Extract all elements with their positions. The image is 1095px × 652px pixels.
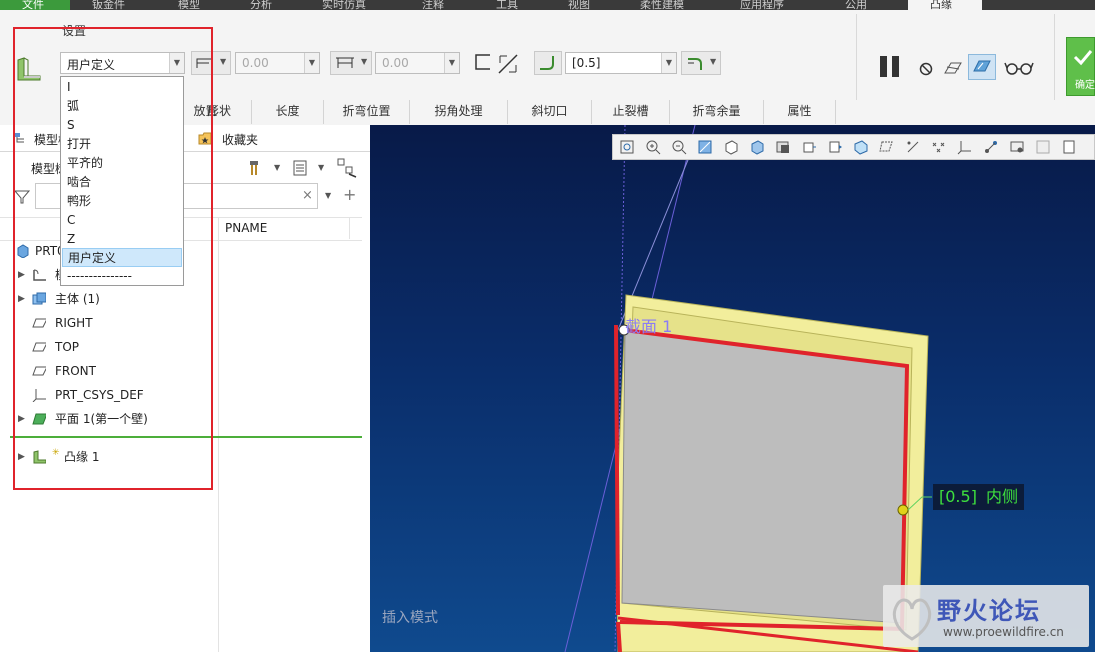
subtab-bend-position[interactable]: 折弯位置 (324, 100, 410, 124)
bend-radius-value: [0.5] (572, 56, 601, 70)
repaint-icon[interactable] (697, 139, 713, 155)
tab-annotate[interactable]: 注释 (422, 0, 444, 10)
tab-utilities[interactable]: 公用 (845, 0, 867, 10)
tools-icon[interactable] (248, 159, 268, 177)
refit-icon[interactable] (619, 139, 635, 155)
tab-model[interactable]: 模型 (178, 0, 200, 10)
column-pname[interactable]: PNAME (225, 221, 267, 235)
radius-tag-side: 内侧 (986, 487, 1019, 506)
edge-chain-icon[interactable] (472, 52, 494, 74)
watermark-title: 野火论坛 (937, 597, 1041, 625)
plane-display-icon[interactable] (879, 139, 895, 155)
subtab-relief[interactable]: 止裂槽 (592, 100, 670, 124)
view-toolbar (612, 134, 1095, 160)
annotation-display-icon[interactable] (853, 139, 869, 155)
appearance-icon[interactable] (1009, 139, 1025, 155)
tab-flexible-modeling[interactable]: 柔性建模 (640, 0, 684, 10)
tab-analysis[interactable]: 分析 (250, 0, 272, 10)
chevron-down-icon[interactable]: ▼ (318, 163, 324, 172)
ribbon-divider (1054, 14, 1055, 100)
view-manager-icon[interactable] (775, 139, 791, 155)
point-display-icon[interactable] (931, 139, 947, 155)
chevron-down-icon[interactable]: ▼ (661, 53, 676, 73)
tab-favorites[interactable]: 收藏夹 (222, 131, 258, 148)
graphics-viewport[interactable]: 截面 1 [0.5] 内侧 插入模式 野火论坛 www.proewildfire… (370, 125, 1095, 652)
glasses-icon[interactable] (1004, 60, 1034, 76)
saved-orientations-icon[interactable] (749, 139, 765, 155)
tab-file-label[interactable]: 文件 (22, 0, 44, 10)
add-icon[interactable]: + (343, 185, 356, 204)
bend-radius-input[interactable]: [0.5] ▼ (565, 52, 677, 74)
watermark: 野火论坛 www.proewildfire.cn (883, 585, 1089, 647)
clear-icon[interactable]: × (302, 188, 313, 203)
verify-mode-icon[interactable] (968, 54, 996, 80)
length-type-icon (336, 57, 354, 68)
length-type-2-button[interactable]: ▼ (330, 51, 372, 75)
chevron-down-icon[interactable]: ▼ (444, 53, 459, 73)
mode-status-text: 插入模式 (382, 610, 438, 626)
zoom-out-icon[interactable] (671, 139, 687, 155)
ribbon-tab-strip: 文件 钣金件 模型 分析 实时仿真 注释 工具 视图 柔性建模 应用程序 公用 … (0, 0, 1095, 10)
chevron-down-icon[interactable]: ▼ (304, 53, 319, 73)
subtab-corner-treatment[interactable]: 拐角处理 (410, 100, 508, 124)
length-1-value: 0.00 (242, 56, 269, 70)
ribbon-divider (856, 14, 857, 100)
watermark-logo-icon (892, 598, 932, 641)
selected-edge-highlight (616, 621, 622, 652)
flip-direction-icon[interactable] (496, 52, 520, 76)
tab-live-simulation[interactable]: 实时仿真 (322, 0, 366, 10)
pause-icon[interactable] (878, 55, 902, 79)
spin-center-display-icon[interactable] (983, 139, 999, 155)
chevron-down-icon: ▼ (710, 57, 717, 66)
subtab-miter-cut[interactable]: 斜切口 (508, 100, 592, 124)
radius-drag-handle (897, 504, 909, 516)
chevron-down-icon[interactable]: ▼ (325, 191, 331, 200)
watermark-url: www.proewildfire.cn (943, 625, 1064, 639)
section-label[interactable]: 截面 1 (625, 313, 672, 337)
bend-radius-button[interactable] (534, 51, 562, 75)
radius-tag[interactable]: [0.5] 内侧 (933, 484, 1025, 510)
bend-side-icon (688, 58, 702, 70)
tab-applications[interactable]: 应用程序 (740, 0, 784, 10)
zoom-in-icon[interactable] (645, 139, 661, 155)
spin-center-icon[interactable] (827, 139, 843, 155)
confirm-label: 确定 (1075, 80, 1095, 91)
show-settings-icon[interactable] (292, 159, 310, 177)
more-tools-icon[interactable] (1061, 139, 1077, 155)
tab-view[interactable]: 视图 (568, 0, 590, 10)
geometry-preview-icon[interactable] (942, 58, 964, 78)
subtab-bend-allowance[interactable]: 折弯余量 (670, 100, 764, 124)
tab-tools[interactable]: 工具 (496, 0, 518, 10)
no-preview-icon[interactable] (918, 61, 934, 77)
tab-sheetmetal[interactable]: 钣金件 (92, 0, 125, 10)
bend-radius-icon (540, 56, 554, 70)
length-2-value: 0.00 (382, 56, 409, 70)
simulation-icon[interactable] (1035, 139, 1051, 155)
subtab-properties[interactable]: 属性 (764, 100, 836, 124)
axis-display-icon[interactable] (905, 139, 921, 155)
radius-tag-value: [0.5] (939, 487, 977, 506)
model-geometry (564, 125, 932, 652)
chevron-down-icon: ▼ (361, 57, 368, 66)
tree-filter-settings-icon[interactable] (336, 157, 358, 179)
check-icon (1073, 50, 1093, 66)
bend-side-button[interactable]: ▼ (681, 51, 721, 75)
length-1-input[interactable]: 0.00 ▼ (235, 52, 320, 74)
csys-display-icon[interactable] (957, 139, 973, 155)
perspective-icon[interactable] (801, 139, 817, 155)
chevron-down-icon[interactable]: ▼ (274, 163, 280, 172)
column-divider (349, 217, 350, 239)
base-plate (621, 329, 908, 624)
display-style-icon[interactable] (723, 139, 739, 155)
selected-edge-highlight (614, 324, 620, 616)
column-divider (218, 217, 219, 652)
confirm-button[interactable]: 确定 (1066, 37, 1095, 96)
tab-flange-label[interactable]: 凸缘 (930, 0, 952, 10)
subtab-length[interactable]: 长度 (252, 100, 324, 124)
highlight-annotation-box (13, 27, 213, 490)
length-2-input[interactable]: 0.00 ▼ (375, 52, 460, 74)
chevron-down-icon: ▼ (220, 57, 227, 66)
